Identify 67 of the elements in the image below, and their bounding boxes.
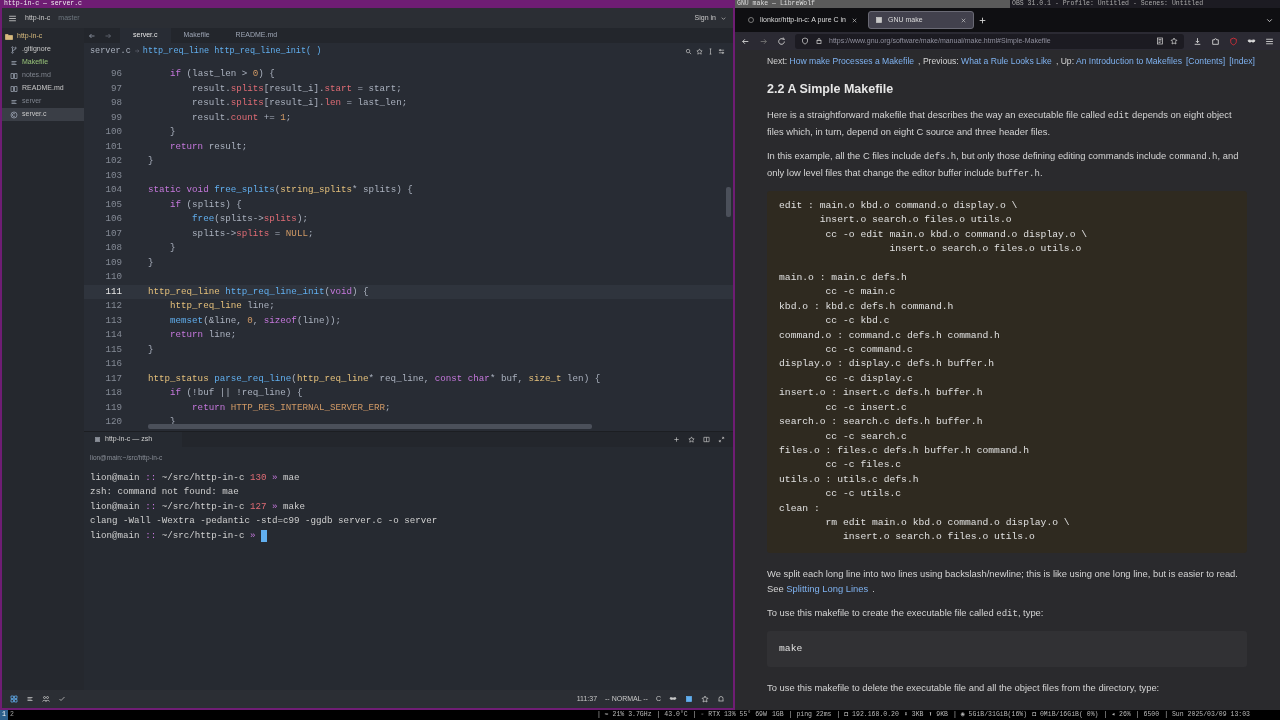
breadcrumb-item[interactable]: http_req_line http_req_line_init( ) <box>142 46 322 56</box>
paragraph: To use this makefile to create the executable file called edit, type: <box>767 605 1045 621</box>
code-line: result.splits[result_i].len = last_len; <box>191 96 408 110</box>
line-number: 109 <box>104 255 122 270</box>
section-heading: 2.2 A Simple Makefile <box>767 82 895 97</box>
line-number: 106 <box>104 212 122 226</box>
line-number: 110 <box>104 270 122 284</box>
paragraph: Here is a straightforward makefile that describes the way an executable file called edit depends on eight object files which, in turn, depend on eight C source and three header files. <box>767 108 1233 139</box>
code-line: free(splits->splits); <box>191 212 308 226</box>
prompt-line: lion@main :: ~/src/http-in-c 127 » make <box>90 499 306 514</box>
code-block: edit : main.o kbd.o command.o display.o \ insert.o search.o files.o utils.o cc -o edit main.o kbd.o command.o display.o \ insert.o search.o files.o utils.o main.o : main.c defs.h cc -c main.c kbd.o : kbd.c defs.h command.h cc -c kbd.c command.o : command.c defs.h command.h cc -c command.c display.o : display.c defs.h buffer.h cc -c display.c insert.o : insert.c defs.h buffer.h cc -c insert.c search.o : search.c defs.h buffer.h cc -c search.c files.o : files.c defs.h buffer.h command.h cc -c files.c utils.o : utils.c defs.h cc -c utils.c clean : rm edit main.o kbd.o command.o display.o \ insert.o search.o files.o utils.o <box>767 191 1247 553</box>
line-number: 96 <box>109 67 122 81</box>
line-number: 112 <box>104 299 122 313</box>
code-line: } <box>169 125 176 139</box>
line-number: 103 <box>104 168 122 183</box>
code-line: if (last_len > 0) { <box>169 67 275 81</box>
line-number: 97 <box>109 81 122 96</box>
link[interactable]: Splitting Long Lines <box>786 582 869 594</box>
line-number: 115 <box>104 342 122 357</box>
link[interactable]: How make Processes a Makefile <box>789 56 915 66</box>
code-line: return HTTP_RES_INTERNAL_SERVER_ERR; <box>191 400 391 415</box>
code-line: if (!buf || !req_line) { <box>169 386 303 400</box>
code-line: http_req_line line; <box>169 299 275 313</box>
link[interactable]: What a Rule Looks Like <box>961 56 1052 66</box>
link[interactable]: [Contents] <box>1186 56 1226 66</box>
code-line: } <box>147 342 154 357</box>
paragraph: In this example, all the C files include defs.h, but only those defining editing commands include command.h, and only low level files that change the editor buffer include buffer.h. <box>767 149 1240 181</box>
line-number: 120 <box>104 415 122 429</box>
link[interactable]: [Index] <box>1229 56 1255 66</box>
code-line: } <box>147 154 154 168</box>
code-line: http_req_line http_req_line_init(void) { <box>147 284 369 299</box>
code-line: splits->splits = NULL; <box>191 226 314 241</box>
code-line: memset(&line, 0, sizeof(line)); <box>169 313 341 328</box>
output-line: clang -Wall -Wextra -pedantic -std=c99 -ggdb server.c -o server <box>90 514 438 529</box>
code-line: return line; <box>169 328 237 342</box>
code-line: if (splits) { <box>169 197 242 212</box>
line-number: 116 <box>104 357 122 371</box>
output-line: zsh: command not found: mae <box>90 485 239 500</box>
line-number: 117 <box>104 371 122 386</box>
paragraph: To use this makefile to delete the executable file and all the object files from the directory, type: <box>767 681 1161 696</box>
line-number: 99 <box>109 110 122 125</box>
code-line: } <box>169 241 176 255</box>
code-line: result.splits[result_i].start = start; <box>191 81 402 96</box>
line-number: 114 <box>104 328 122 342</box>
code-line: static void free_splits(string_splits* splits) { <box>147 183 413 197</box>
line-number: 100 <box>104 125 122 139</box>
breadcrumb-item[interactable]: server.c <box>90 46 131 56</box>
code-line: return result; <box>169 139 248 154</box>
line-number: 108 <box>104 241 122 255</box>
code-line: } <box>147 255 154 270</box>
paragraph: We split each long line into two lines using backslash/newline; this is like using one long line, but is easier to read. See Splitting Long Lines . <box>767 566 1239 596</box>
line-number: 102 <box>104 154 122 168</box>
line-number: 111 <box>104 284 122 299</box>
code-line: result.count += 1; <box>191 110 292 125</box>
link[interactable]: An Introduction to Makefiles <box>1075 56 1182 66</box>
prompt-line: lion@main :: ~/src/http-in-c » <box>90 528 256 543</box>
line-number: 107 <box>104 226 122 241</box>
line-number: 98 <box>109 96 122 110</box>
line-number: 101 <box>104 139 122 154</box>
line-number: 104 <box>104 183 122 197</box>
prompt-line: lion@main :: ~/src/http-in-c 130 » mae <box>90 470 300 485</box>
line-number: 113 <box>104 313 122 328</box>
line-number: 119 <box>104 400 122 415</box>
code-block: make <box>767 630 1247 668</box>
line-number: 105 <box>104 197 122 212</box>
code-line: http_status parse_req_line(http_req_line* req_line, const char* buf, size_t len) { <box>147 371 601 386</box>
line-number: 118 <box>104 386 122 400</box>
